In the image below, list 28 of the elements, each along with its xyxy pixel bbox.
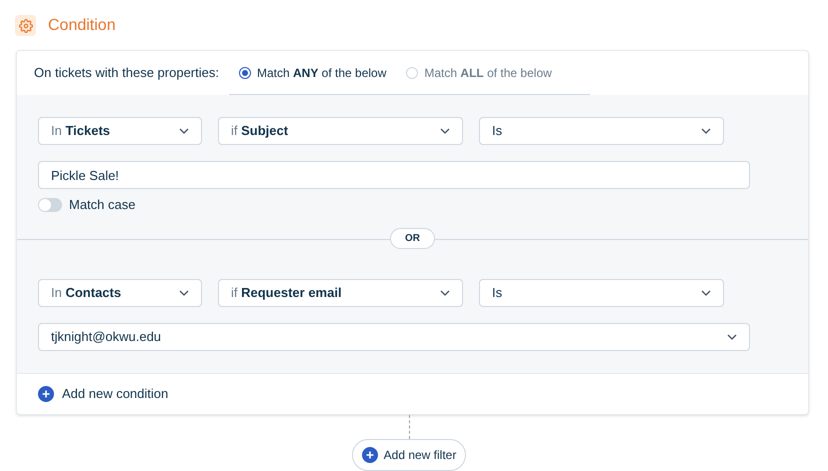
or-separator: OR bbox=[390, 228, 435, 249]
plus-icon bbox=[38, 386, 54, 402]
chevron-down-icon bbox=[701, 128, 711, 134]
gear-icon bbox=[15, 15, 36, 36]
select-dropdown[interactable]: In Contacts bbox=[38, 278, 202, 306]
chevron-down-icon bbox=[701, 290, 711, 296]
chevron-down-icon bbox=[179, 128, 189, 134]
add-condition-button[interactable]: Add new condition bbox=[38, 384, 168, 404]
select-dropdown[interactable]: In Tickets bbox=[38, 117, 202, 145]
select-dropdown[interactable]: if Subject bbox=[218, 117, 463, 145]
toggle-switch[interactable] bbox=[38, 198, 62, 212]
select-dropdown[interactable]: if Requester email bbox=[218, 278, 463, 306]
radio-option[interactable]: Match ANY of the below bbox=[238, 64, 386, 82]
chevron-down-icon bbox=[440, 128, 450, 134]
radio-button[interactable] bbox=[238, 66, 251, 78]
toggle-label: Match case bbox=[69, 196, 136, 214]
plus-icon bbox=[362, 446, 378, 462]
section-title: Condition bbox=[48, 16, 116, 36]
text-input-field[interactable]: Pickle Sale! bbox=[38, 161, 750, 189]
radio-option[interactable]: Match ALL of the below bbox=[406, 64, 552, 82]
chevron-down-icon bbox=[440, 290, 450, 296]
match-label: On tickets with these properties: bbox=[34, 64, 219, 82]
chevron-down-icon bbox=[179, 290, 189, 296]
select-dropdown[interactable]: Is bbox=[479, 117, 724, 145]
add-filter-button[interactable]: Add new filter bbox=[352, 438, 466, 470]
select-dropdown[interactable]: Is bbox=[479, 278, 724, 306]
chevron-down-icon bbox=[727, 334, 737, 340]
value-dropdown[interactable]: tjknight@okwu.edu bbox=[38, 322, 750, 350]
